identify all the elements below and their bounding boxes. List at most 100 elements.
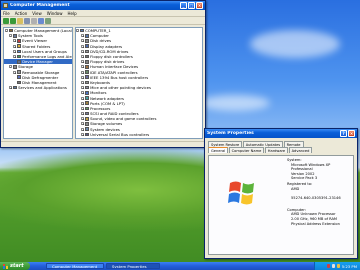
expand-icon[interactable]: + — [81, 106, 85, 110]
device-category-icon — [85, 49, 89, 54]
console-tree-pane[interactable]: - Computer Management (Local) - System Tool… — [3, 27, 73, 139]
expand-icon[interactable]: + — [81, 101, 85, 105]
collapse-icon[interactable]: - — [9, 34, 12, 38]
dialog-title: System Properties — [207, 131, 254, 136]
forward-icon[interactable] — [10, 17, 16, 24]
security-alert-icon[interactable] — [326, 264, 331, 268]
device-category-icon — [85, 116, 89, 121]
tab-row-bottom: General Computer Name Hardware Advanced — [205, 147, 357, 153]
help-icon[interactable] — [38, 17, 44, 24]
device-category-icon — [85, 122, 89, 126]
tree-item-icon — [17, 49, 21, 54]
tree-item-icon — [13, 65, 17, 69]
start-label: start — [10, 263, 24, 269]
expand-icon[interactable]: + — [81, 91, 85, 95]
system-properties-dialog[interactable]: System Properties ? × System Restore Auto… — [204, 128, 358, 259]
windows-logo — [227, 178, 257, 208]
collapse-icon[interactable]: - — [9, 65, 12, 69]
computer-info-line: Physical Address Extension — [291, 221, 340, 226]
device-category-icon — [85, 106, 89, 111]
minimize-button[interactable]: _ — [180, 2, 187, 9]
expand-icon[interactable]: + — [13, 70, 17, 74]
tree-item-label: Services and Applications — [18, 85, 67, 91]
tab-computer-name[interactable]: Computer Name — [228, 147, 265, 153]
expand-icon[interactable]: + — [81, 86, 85, 90]
computer-icon — [80, 28, 84, 33]
expand-icon[interactable]: + — [81, 117, 85, 121]
title-bar[interactable]: Computer Management _ □ × — [1, 1, 205, 10]
expand-icon[interactable]: + — [13, 44, 17, 48]
expand-icon[interactable]: + — [81, 70, 85, 74]
expand-icon[interactable]: + — [81, 75, 85, 79]
show-hide-tree-icon[interactable] — [24, 17, 30, 24]
expand-icon[interactable]: + — [81, 127, 85, 131]
tab-advanced[interactable]: Advanced — [288, 147, 313, 153]
tree-item[interactable]: + Services and Applications — [4, 85, 72, 90]
collapse-icon[interactable]: - — [76, 29, 79, 33]
device-list-pane[interactable]: - COMPUTER_1 + Computer + Disk drives + Displ… — [75, 27, 203, 139]
menu-help[interactable]: Help — [68, 11, 77, 16]
close-button[interactable]: × — [196, 2, 203, 9]
scan-hardware-icon[interactable] — [45, 17, 51, 24]
clock: 5:23 PM — [341, 263, 357, 269]
taskbar: start Computer Management System Propert… — [0, 262, 360, 270]
network-icon[interactable] — [331, 264, 336, 268]
window-title: Computer Management — [10, 3, 70, 8]
back-icon[interactable] — [3, 17, 9, 24]
expand-icon[interactable]: + — [81, 112, 85, 116]
device-category[interactable]: + Universal Serial Bus controllers — [76, 132, 202, 137]
menu-window[interactable]: Window — [47, 11, 63, 16]
menu-action[interactable]: Action — [15, 11, 28, 16]
start-button[interactable]: start — [0, 262, 30, 270]
tree-item-icon — [13, 85, 17, 90]
expand-icon[interactable]: + — [81, 44, 85, 48]
expand-icon[interactable]: + — [81, 132, 85, 136]
device-category-icon — [85, 127, 89, 131]
general-tab-panel: System: Microsoft Windows XP Professional… — [208, 155, 354, 255]
device-category-icon — [85, 85, 89, 90]
tree-item-icon — [17, 59, 21, 64]
collapse-icon[interactable]: - — [5, 29, 8, 33]
device-category-icon — [85, 75, 89, 80]
menu-file[interactable]: File — [3, 11, 10, 16]
expand-icon[interactable]: + — [81, 49, 85, 53]
expand-icon[interactable]: + — [81, 122, 85, 126]
expand-icon[interactable]: + — [81, 39, 85, 43]
maximize-button[interactable]: □ — [188, 2, 195, 9]
menu-bar: File Action View Window Help — [1, 10, 205, 17]
device-category-icon — [85, 54, 89, 59]
expand-icon[interactable]: + — [81, 65, 85, 69]
menu-view[interactable]: View — [32, 11, 42, 16]
up-icon[interactable] — [17, 17, 23, 24]
expand-icon[interactable]: + — [9, 86, 13, 90]
expand-icon[interactable]: + — [81, 96, 85, 100]
help-button[interactable]: ? — [340, 130, 347, 137]
properties-icon[interactable] — [31, 17, 37, 24]
tab-general[interactable]: General — [208, 147, 229, 153]
expand-icon[interactable]: + — [81, 80, 85, 84]
expand-icon[interactable]: + — [13, 39, 17, 43]
tree-item-icon — [9, 28, 13, 33]
tree-item-icon — [17, 54, 21, 59]
dialog-title-bar[interactable]: System Properties ? × — [205, 129, 357, 138]
computer-management-window[interactable]: Computer Management _ □ × File Action View… — [0, 0, 206, 148]
windows-flag-icon — [3, 263, 8, 269]
taskbar-button-computer-management[interactable]: Computer Management — [46, 263, 104, 269]
expand-icon[interactable]: + — [13, 55, 17, 59]
computer-management-icon — [3, 3, 8, 8]
tab-hardware[interactable]: Hardware — [264, 147, 289, 153]
dialog-close-button[interactable]: × — [348, 130, 355, 137]
expand-icon[interactable]: + — [81, 60, 85, 64]
expand-icon[interactable]: + — [13, 49, 17, 53]
expand-icon[interactable]: + — [81, 34, 85, 38]
device-category-icon — [85, 91, 89, 95]
computer-info-line: 2.00 GHz, 960 MB of RAM — [291, 216, 338, 221]
volume-icon[interactable] — [336, 264, 341, 268]
expand-icon[interactable]: + — [81, 55, 85, 59]
device-category-icon — [85, 80, 89, 85]
device-category-icon — [85, 33, 89, 38]
tree-item-icon — [17, 75, 21, 80]
taskbar-button-system-properties[interactable]: System Properties — [106, 263, 160, 269]
device-category-icon — [85, 44, 89, 48]
product-id: 55274-640-0305391-23146 — [291, 196, 341, 201]
